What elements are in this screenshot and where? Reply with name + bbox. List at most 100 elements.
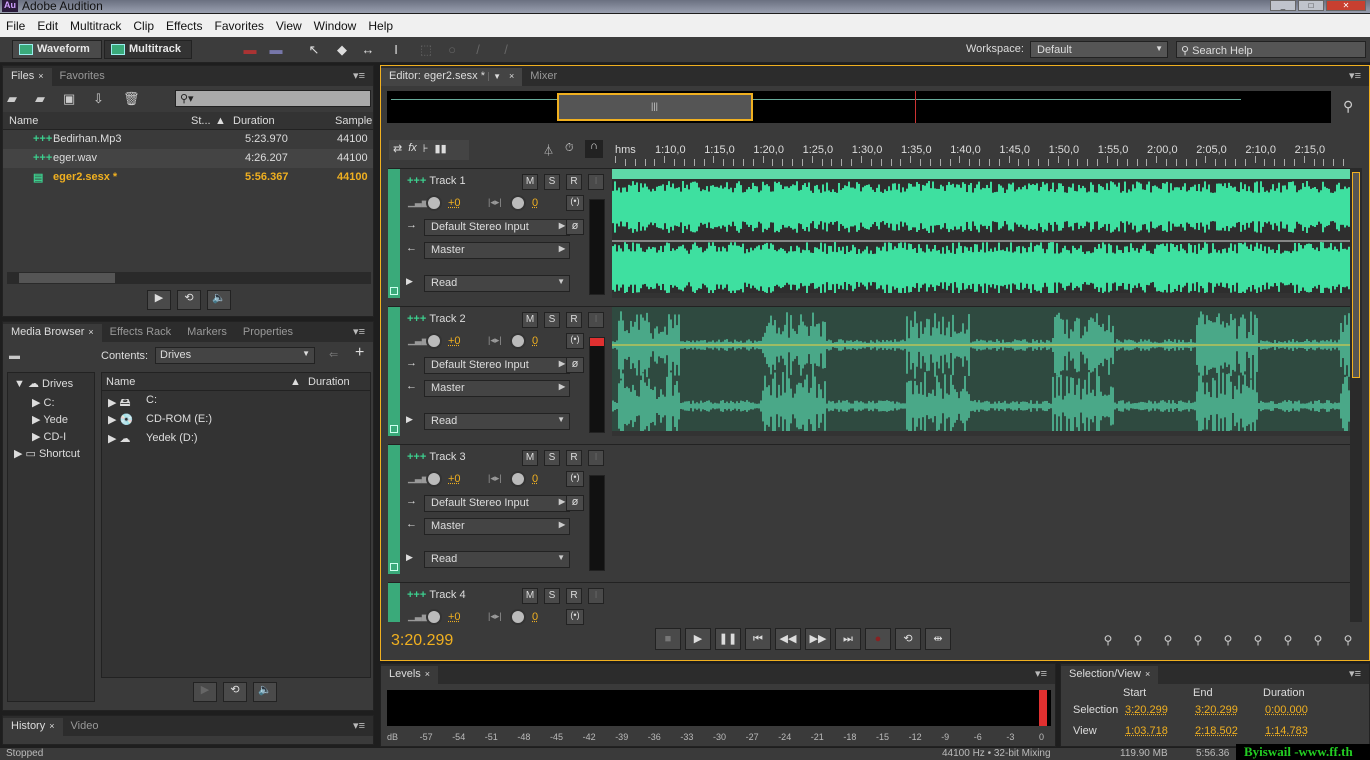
time-selection-icon[interactable]: I	[388, 42, 404, 58]
autoplay-button[interactable]: 🔈	[253, 682, 277, 702]
input-dropdown[interactable]: Default Stereo Input ▶	[424, 495, 570, 512]
track-select-bar[interactable]	[388, 445, 400, 574]
mute-button[interactable]: M	[522, 588, 538, 604]
go-end-button[interactable]: ⏭	[835, 628, 861, 650]
mute-button[interactable]: M	[522, 312, 538, 328]
tab-history[interactable]: History ×	[3, 718, 63, 736]
tab-selection-view[interactable]: Selection/View ×	[1061, 666, 1158, 684]
stereo-icon[interactable]: (•)	[566, 471, 584, 487]
track-checkbox[interactable]	[390, 287, 398, 295]
spectral-icon[interactable]: ▬	[242, 42, 258, 58]
stereo-icon[interactable]: (•)	[566, 609, 584, 625]
track-lane[interactable]	[612, 583, 1350, 622]
effects-fx-icon[interactable]: fx	[408, 142, 417, 158]
track-name[interactable]: +++ Track 2	[407, 313, 466, 325]
play-button[interactable]: ▶	[685, 628, 711, 650]
record-arm-button[interactable]: R	[566, 450, 582, 466]
current-time-display[interactable]: 3:20.299	[391, 632, 453, 650]
new-file-icon[interactable]: ▣	[63, 91, 75, 107]
col-name[interactable]: Name	[106, 376, 135, 388]
monitor-input-button[interactable]: I	[588, 174, 604, 190]
selection-end[interactable]: 3:20.299	[1195, 704, 1238, 716]
pause-button[interactable]: ❚❚	[715, 628, 741, 650]
zoom-in-right-icon[interactable]: ⚲	[1308, 633, 1328, 649]
files-search-input[interactable]: ⚲▾	[175, 90, 371, 107]
zoom-navigator-handle[interactable]: |||	[557, 93, 753, 121]
track-lane[interactable]	[612, 169, 1350, 298]
move-tool-icon[interactable]: ↖	[306, 42, 322, 58]
workspace-dropdown[interactable]: Default ▼	[1030, 41, 1168, 58]
tab-files[interactable]: Files ×	[3, 68, 52, 86]
autoplay-button[interactable]: 🔈	[207, 290, 231, 310]
close-button[interactable]: ✕	[1326, 0, 1366, 11]
lasso-icon[interactable]: ○	[444, 42, 460, 58]
search-help-input[interactable]: ⚲ Search Help	[1176, 41, 1366, 58]
snap-magnet-icon[interactable]: ∩	[585, 140, 603, 158]
drive-view-icon[interactable]: ▬	[9, 350, 20, 362]
output-dropdown[interactable]: Master ▶	[424, 242, 570, 259]
monitor-input-button[interactable]: I	[588, 312, 604, 328]
track-select-bar[interactable]	[388, 307, 400, 436]
fast-forward-button[interactable]: ▶▶	[805, 628, 831, 650]
pan-knob[interactable]	[510, 333, 526, 349]
col-duration[interactable]: Duration	[308, 376, 350, 388]
track-name[interactable]: +++ Track 3	[407, 451, 466, 463]
go-start-button[interactable]: ⏮	[745, 628, 771, 650]
automation-dropdown[interactable]: Read ▼	[424, 413, 570, 430]
loop-preview-button[interactable]: ⟲	[177, 290, 201, 310]
file-row[interactable]: +++ eger.wav 4:26.207 44100	[3, 149, 373, 168]
automation-dropdown[interactable]: Read ▼	[424, 551, 570, 568]
volume-value[interactable]: +0	[448, 197, 461, 209]
pan-value[interactable]: 0	[532, 335, 538, 347]
pan-knob[interactable]	[510, 609, 526, 625]
tree-cdrom[interactable]: ▶ CD-I	[8, 428, 94, 445]
volume-value[interactable]: +0	[448, 335, 461, 347]
tab-properties[interactable]: Properties	[235, 324, 301, 342]
solo-button[interactable]: S	[544, 174, 560, 190]
zoom-in-time-icon[interactable]: ⚲	[1158, 633, 1178, 649]
stereo-icon[interactable]: (•)	[566, 195, 584, 211]
menu-view[interactable]: View	[270, 19, 308, 33]
phase-icon[interactable]: ø	[566, 219, 584, 235]
view-start[interactable]: 1:03.718	[1125, 725, 1168, 737]
panel-menu-icon[interactable]: ▾≡	[1349, 667, 1361, 680]
monitor-input-button[interactable]: I	[588, 450, 604, 466]
file-row[interactable]: +++ Bedirhan.Mp3 5:23.970 44100	[3, 130, 373, 149]
tab-levels[interactable]: Levels ×	[381, 666, 438, 684]
metronome-icon[interactable]: ⏃	[543, 142, 554, 158]
track-select-bar[interactable]	[388, 169, 400, 298]
menu-edit[interactable]: Edit	[31, 19, 64, 33]
menu-clip[interactable]: Clip	[127, 19, 160, 33]
menu-multitrack[interactable]: Multitrack	[64, 19, 127, 33]
volume-knob[interactable]	[426, 471, 442, 487]
phase-icon[interactable]: ø	[566, 495, 584, 511]
zoom-in-amplitude-icon[interactable]: ⚲	[1098, 633, 1118, 649]
zoom-in-selection-icon[interactable]: ⚲	[1248, 633, 1268, 649]
vertical-scrollbar[interactable]	[1350, 168, 1362, 622]
zoom-in-tracks-icon[interactable]: ⚲	[1338, 633, 1358, 649]
stereo-icon[interactable]: (•)	[566, 333, 584, 349]
pan-value[interactable]: 0	[532, 611, 538, 623]
minimize-button[interactable]: _	[1270, 0, 1296, 11]
multitrack-mode-button[interactable]: Multitrack	[104, 40, 192, 59]
open-folder-icon[interactable]: ▰	[7, 91, 17, 107]
zoom-full-icon[interactable]: ⚲	[1218, 633, 1238, 649]
record-arm-button[interactable]: R	[566, 588, 582, 604]
tab-effects-rack[interactable]: Effects Rack	[102, 324, 180, 342]
menu-favorites[interactable]: Favorites	[209, 19, 270, 33]
play-preview-button[interactable]: ▶	[147, 290, 171, 310]
tree-yedek[interactable]: ▶ Yede	[8, 411, 94, 428]
pan-knob[interactable]	[510, 471, 526, 487]
tab-video[interactable]: Video	[63, 718, 107, 736]
file-row-selected[interactable]: ▤ eger2.sesx * 5:56.367 44100	[3, 168, 373, 187]
monitor-input-button[interactable]: I	[588, 588, 604, 604]
view-end[interactable]: 2:18.502	[1195, 725, 1238, 737]
media-item[interactable]: ▶ 🖴 C:	[102, 391, 370, 410]
solo-button[interactable]: S	[544, 588, 560, 604]
brush-icon[interactable]: /	[470, 42, 486, 58]
skip-selection-button[interactable]: ⇹	[925, 628, 951, 650]
slip-tool-icon[interactable]: ↔	[360, 42, 376, 58]
rewind-button[interactable]: ◀◀	[775, 628, 801, 650]
track-name[interactable]: +++ Track 1	[407, 175, 466, 187]
zoom-out-amplitude-icon[interactable]: ⚲	[1128, 633, 1148, 649]
